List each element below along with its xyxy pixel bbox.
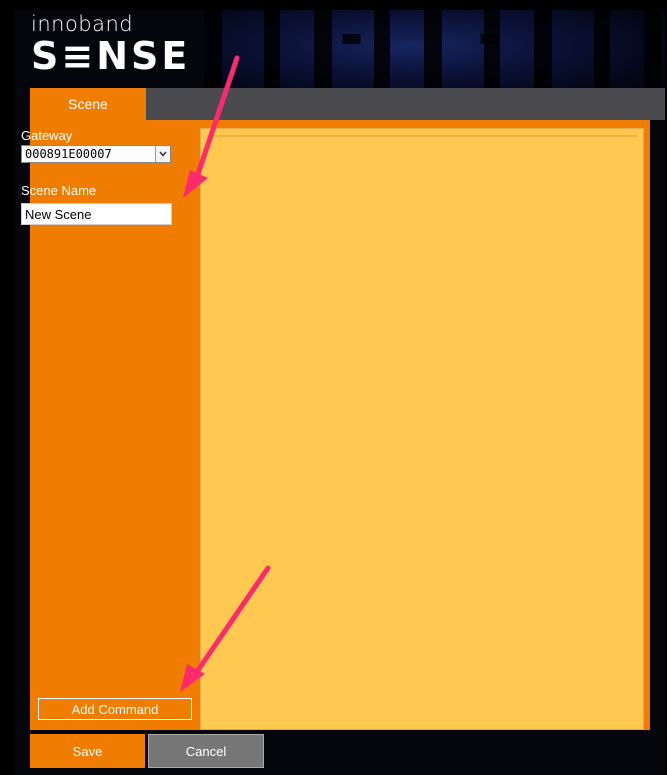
chevron-down-icon[interactable] <box>155 146 170 162</box>
canvas-divider <box>207 135 637 137</box>
scene-command-area[interactable] <box>200 128 644 730</box>
scene-name-label: Scene Name <box>21 183 97 198</box>
header-background <box>204 10 665 100</box>
scene-name-input[interactable]: New Scene <box>21 203 172 225</box>
tab-bar: Scene <box>30 88 665 120</box>
logo-product-text: S≡NSE <box>31 34 191 78</box>
tab-scene[interactable]: Scene <box>30 88 146 120</box>
cancel-button[interactable]: Cancel <box>148 734 264 768</box>
app-window: innoband S≡NSE Scene Gateway 000891E0000… <box>14 10 665 775</box>
gateway-select[interactable]: 000891E00007 <box>21 145 171 163</box>
gateway-select-value: 000891E00007 <box>25 147 112 161</box>
header-background-bars <box>204 34 665 44</box>
save-button[interactable]: Save <box>30 734 145 768</box>
logo-brand-text: innoband <box>31 12 134 36</box>
app-logo: innoband S≡NSE <box>31 12 190 76</box>
gateway-label: Gateway <box>21 128 73 143</box>
add-command-button[interactable]: Add Command <box>38 698 192 720</box>
